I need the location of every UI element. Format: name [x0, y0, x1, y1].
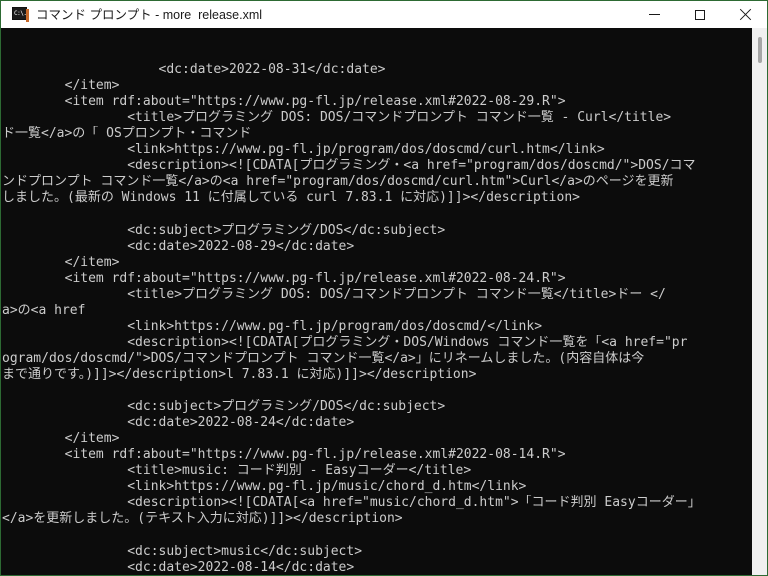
- terminal-line: ド一覧</a>の「 OSプロンプト・コマンド: [2, 126, 252, 142]
- minimize-icon: [649, 14, 660, 15]
- command-prompt-window: コマンド プロンプト - more release.xml <dc:date>2…: [0, 0, 768, 576]
- title-bar[interactable]: コマンド プロンプト - more release.xml: [0, 0, 768, 28]
- terminal-line: <item rdf:about="https://www.pg-fl.jp/re…: [2, 94, 566, 110]
- caption-buttons: [632, 1, 767, 29]
- scrollbar-thumb[interactable]: [758, 37, 762, 63]
- cmd-console-icon: [12, 7, 29, 22]
- maximize-icon: [694, 9, 705, 20]
- minimize-button[interactable]: [632, 1, 677, 29]
- maximize-button[interactable]: [677, 1, 722, 29]
- terminal-line: <item rdf:about="https://www.pg-fl.jp/re…: [2, 447, 566, 463]
- terminal-line: <description><![CDATA[プログラミング・DOS/Window…: [2, 334, 688, 350]
- vertical-scrollbar[interactable]: [751, 28, 767, 575]
- terminal-line: <dc:date>2022-08-31</dc:date>: [2, 62, 386, 78]
- terminal-line: a>の<a href: [2, 302, 86, 318]
- terminal-line: </item>: [2, 78, 120, 94]
- terminal-line: <title>プログラミング DOS: DOS/コマンドプロンプト コマンド一覧…: [2, 110, 672, 126]
- terminal-line: しました。(最新の Windows 11 に付属している curl 7.83.1…: [2, 190, 580, 206]
- terminal-output: <dc:date>2022-08-31</dc:date> </item> <i…: [2, 62, 751, 575]
- terminal-line: <title>プログラミング DOS: DOS/コマンドプロンプト コマンド一覧…: [2, 286, 666, 302]
- terminal-line: <dc:subject>プログラミング/DOS</dc:subject>: [2, 222, 446, 238]
- close-icon: [739, 9, 751, 21]
- terminal-line: <link>https://www.pg-fl.jp/music/chord_d…: [2, 479, 527, 495]
- terminal-line: <dc:date>2022-08-24</dc:date>: [2, 415, 355, 431]
- terminal-line: </item>: [2, 431, 120, 447]
- terminal-line: <dc:subject>プログラミング/DOS</dc:subject>: [2, 399, 446, 415]
- terminal-line: <description><![CDATA[<a href="music/cho…: [2, 495, 701, 511]
- terminal-screen[interactable]: <dc:date>2022-08-31</dc:date> </item> <i…: [1, 28, 751, 575]
- terminal-line: <dc:subject>music</dc:subject>: [2, 543, 363, 559]
- terminal-line: <dc:date>2022-08-29</dc:date>: [2, 238, 355, 254]
- terminal-line: <title>music: コード判別 - Easyコーダー</title>: [2, 463, 472, 479]
- terminal-line: <link>https://www.pg-fl.jp/program/dos/d…: [2, 142, 605, 158]
- terminal-line: ogram/dos/doscmd/">DOS/コマンドプロンプト コマンド一覧<…: [2, 350, 645, 366]
- terminal-line: <item rdf:about="https://www.pg-fl.jp/re…: [2, 270, 566, 286]
- terminal-line: <dc:date>2022-08-14</dc:date>: [2, 559, 355, 575]
- terminal-line: <link>https://www.pg-fl.jp/program/dos/d…: [2, 318, 543, 334]
- window-body: <dc:date>2022-08-31</dc:date> </item> <i…: [0, 28, 768, 576]
- terminal-line: </a>を更新しました。(テキスト入力に対応)]]></description>: [2, 511, 403, 527]
- terminal-line: </item>: [2, 254, 120, 270]
- window-title: コマンド プロンプト - more release.xml: [36, 7, 263, 22]
- terminal-line: まで通りです。)]]></description>l 7.83.1 に対応)]]…: [2, 366, 477, 382]
- terminal-line: <description><![CDATA[プログラミング・<a href="p…: [2, 158, 696, 174]
- close-button[interactable]: [722, 1, 767, 29]
- terminal-line: ンドプロンプト コマンド一覧</a>の<a href="program/dos/…: [2, 174, 674, 190]
